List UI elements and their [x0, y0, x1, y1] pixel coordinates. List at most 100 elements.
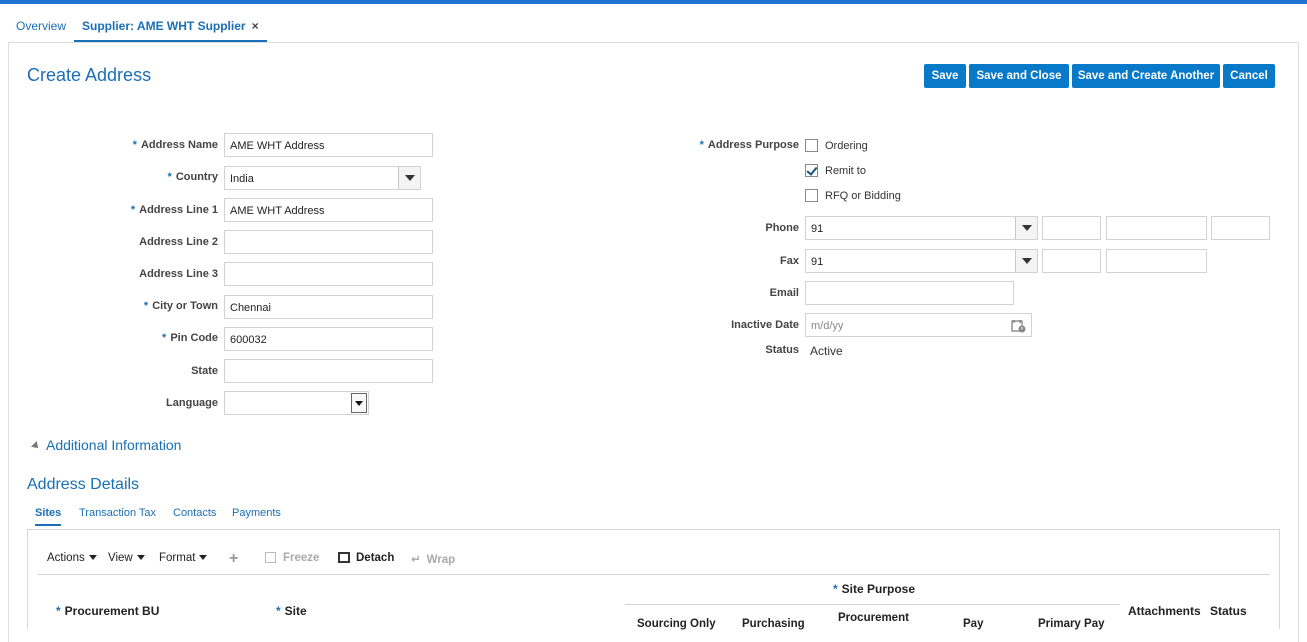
freeze-icon: [265, 552, 276, 564]
address-details-title: Address Details: [27, 476, 140, 493]
chevron-down-icon: [88, 555, 97, 561]
address-line-1-input[interactable]: AME WHT Address: [224, 198, 433, 222]
language-label: Language: [166, 397, 218, 409]
toolbar-divider: [38, 574, 1270, 575]
address-name-label: * Address Name: [132, 139, 218, 151]
column-header-purchasing[interactable]: Purchasing: [742, 618, 805, 630]
column-header-status[interactable]: Status: [1210, 604, 1247, 618]
ordering-label: Ordering: [825, 140, 868, 152]
required-icon: *: [167, 171, 172, 183]
required-icon: *: [132, 139, 137, 151]
required-icon: *: [130, 204, 136, 216]
state-label: State: [191, 365, 218, 377]
rfq-or-bidding-label: RFQ or Bidding: [825, 190, 901, 202]
required-icon: *: [56, 604, 61, 618]
column-header-procurement[interactable]: Procurement: [838, 612, 909, 624]
close-icon[interactable]: ×: [252, 19, 259, 33]
column-header-site[interactable]: * Site: [276, 604, 307, 618]
address-line-2-input[interactable]: [224, 230, 433, 254]
save-button[interactable]: Save: [924, 64, 966, 88]
address-line-1-label: * Address Line 1: [130, 204, 218, 216]
phone-area-code-input[interactable]: [1042, 216, 1101, 240]
page-title: Create Address: [27, 65, 152, 85]
column-header-sourcing-only[interactable]: Sourcing Only: [637, 618, 716, 630]
save-and-create-another-button[interactable]: Save and Create Another: [1072, 64, 1220, 88]
sites-table: [27, 529, 1280, 629]
chevron-down-icon: [199, 555, 208, 561]
column-header-pay[interactable]: Pay: [963, 618, 983, 630]
chevron-down-icon[interactable]: [351, 393, 367, 413]
email-label: Email: [769, 287, 799, 299]
detach-icon: [338, 552, 350, 564]
rfq-or-bidding-checkbox[interactable]: [805, 189, 818, 202]
column-header-attachments[interactable]: Attachments: [1128, 604, 1201, 618]
ordering-checkbox[interactable]: [805, 139, 818, 152]
tab-supplier-label: Supplier: AME WHT Supplier: [82, 19, 246, 33]
cancel-button[interactable]: Cancel: [1223, 64, 1275, 88]
chevron-down-icon: [136, 555, 145, 561]
required-icon: *: [143, 300, 149, 312]
calendar-icon[interactable]: [1011, 319, 1026, 333]
country-label: * Country: [167, 171, 218, 183]
pin-code-label: * Pin Code: [162, 332, 218, 344]
address-line-3-label: Address Line 3: [139, 268, 218, 280]
view-menu[interactable]: View: [108, 552, 145, 564]
tab-supplier[interactable]: Supplier: AME WHT Supplier ×: [74, 12, 267, 42]
add-row-icon[interactable]: +: [229, 550, 238, 568]
fax-number-input[interactable]: [1106, 249, 1207, 273]
detach-button[interactable]: Detach: [338, 552, 394, 564]
save-and-close-button[interactable]: Save and Close: [969, 64, 1069, 88]
additional-info-toggle[interactable]: Additional Information: [31, 437, 181, 453]
status-value: Active: [810, 344, 843, 358]
pin-code-input[interactable]: 600032: [224, 327, 433, 351]
top-accent-bar: [0, 0, 1307, 4]
address-purpose-label: * Address Purpose: [699, 139, 799, 151]
chevron-down-icon[interactable]: [1015, 250, 1037, 272]
tab-overview-label: Overview: [16, 19, 67, 33]
tab-contacts[interactable]: Contacts: [173, 507, 216, 519]
fax-label: Fax: [780, 255, 799, 267]
phone-label: Phone: [765, 222, 799, 234]
phone-extension-input[interactable]: [1211, 216, 1270, 240]
email-input[interactable]: [805, 281, 1014, 305]
date-placeholder: m/d/yy: [811, 320, 844, 332]
phone-country-code-select[interactable]: 91: [805, 216, 1038, 240]
collapse-triangle-icon: [31, 441, 41, 452]
city-input[interactable]: Chennai: [224, 295, 433, 319]
inactive-date-label: Inactive Date: [731, 319, 799, 331]
chevron-down-icon[interactable]: [398, 167, 420, 189]
page-tabs: Overview Supplier: AME WHT Supplier ×: [8, 12, 267, 42]
header-group-divider: [625, 604, 1120, 605]
required-icon: *: [162, 332, 167, 344]
address-line-3-input[interactable]: [224, 262, 433, 286]
fax-country-code-select[interactable]: 91: [805, 249, 1038, 273]
actions-menu[interactable]: Actions: [47, 552, 97, 564]
city-label: * City or Town: [143, 300, 218, 312]
wrap-button[interactable]: ↵ Wrap: [411, 552, 455, 566]
required-icon: *: [699, 139, 704, 151]
address-line-2-label: Address Line 2: [139, 236, 218, 248]
status-label: Status: [765, 344, 799, 356]
wrap-icon: ↵: [411, 554, 421, 566]
language-select[interactable]: [224, 391, 369, 415]
required-icon: *: [833, 582, 838, 596]
column-header-procurement-bu[interactable]: * Procurement BU: [56, 604, 159, 618]
tab-sites[interactable]: Sites: [35, 507, 62, 526]
chevron-down-icon[interactable]: [1015, 217, 1037, 239]
address-name-input[interactable]: AME WHT Address: [224, 133, 433, 157]
remit-to-checkbox[interactable]: [805, 164, 818, 177]
column-header-primary-pay[interactable]: Primary Pay: [1038, 618, 1105, 630]
column-header-site-purpose: * Site Purpose: [833, 582, 916, 596]
tab-transaction-tax[interactable]: Transaction Tax: [79, 507, 156, 519]
tab-overview[interactable]: Overview: [8, 12, 74, 42]
required-icon: *: [276, 604, 281, 618]
fax-area-code-input[interactable]: [1042, 249, 1101, 273]
country-select[interactable]: India: [224, 166, 421, 190]
tab-payments[interactable]: Payments: [232, 507, 281, 519]
format-menu[interactable]: Format: [159, 552, 208, 564]
remit-to-label: Remit to: [825, 165, 866, 177]
state-input[interactable]: [224, 359, 433, 383]
phone-number-input[interactable]: [1106, 216, 1207, 240]
inactive-date-input[interactable]: m/d/yy: [805, 313, 1032, 337]
freeze-button[interactable]: Freeze: [265, 552, 319, 564]
